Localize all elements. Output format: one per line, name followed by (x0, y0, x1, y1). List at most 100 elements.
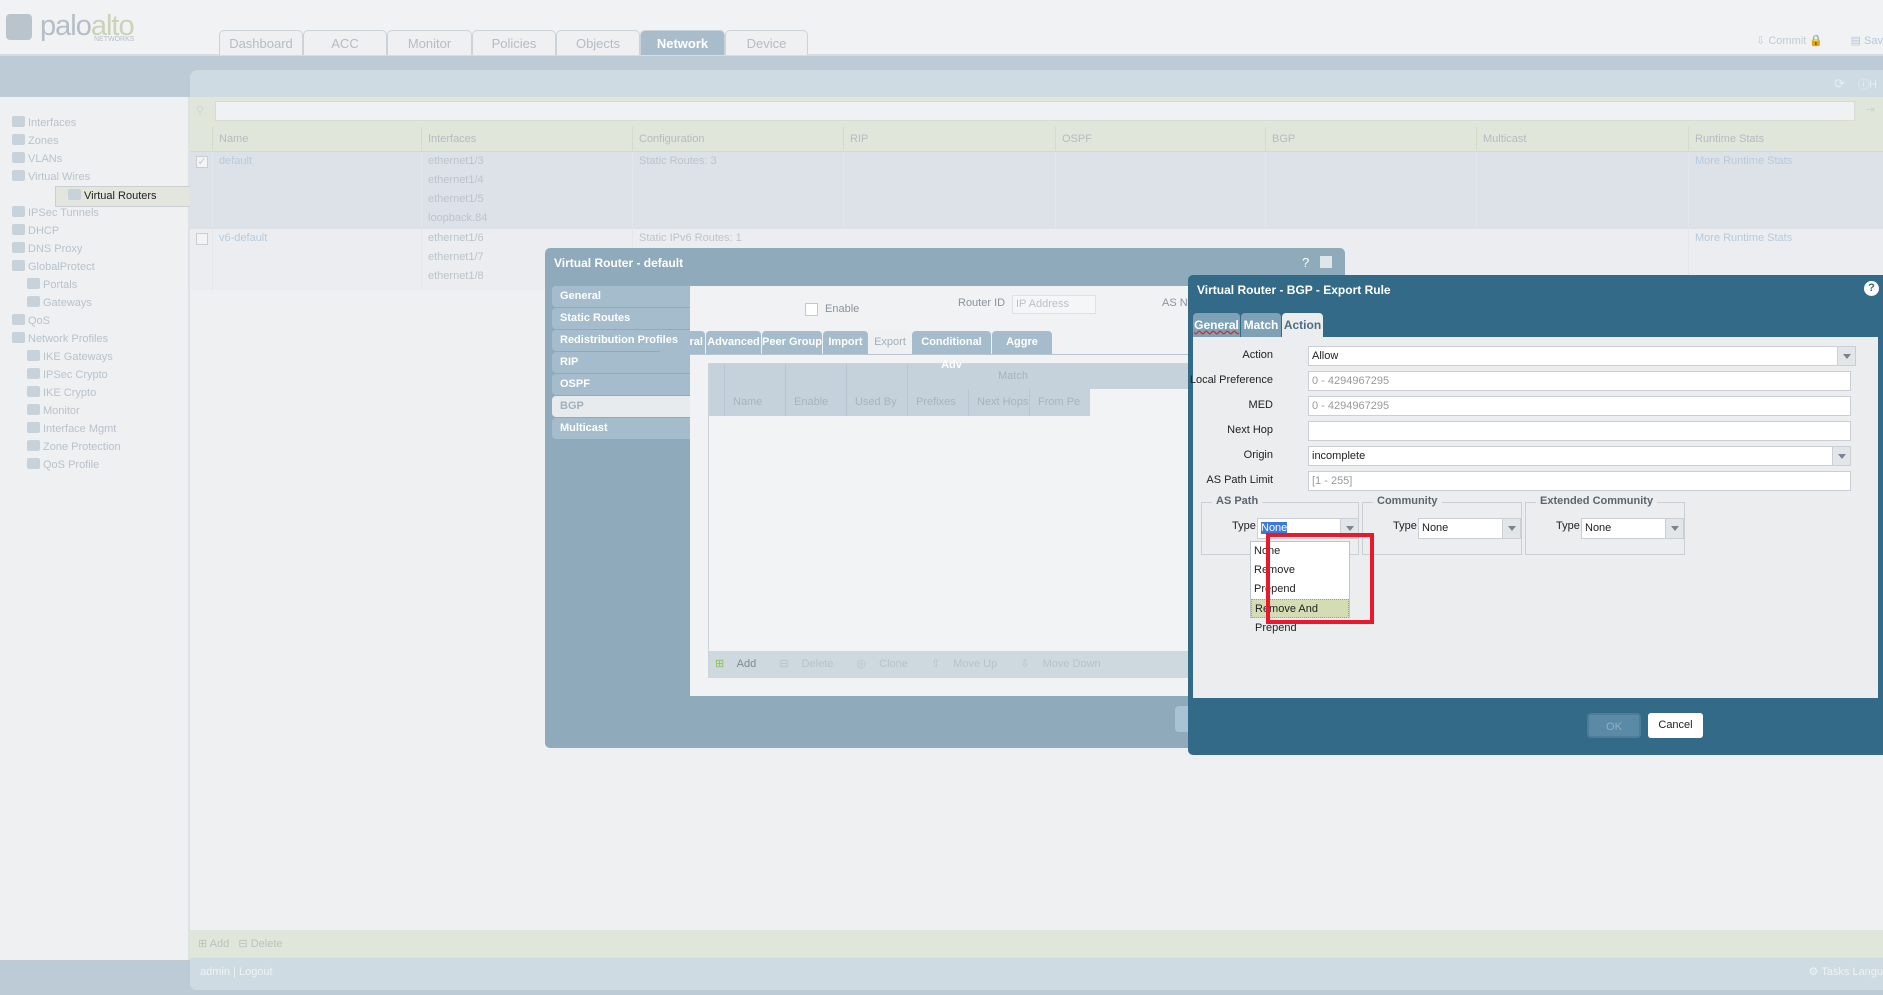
row-name[interactable]: v6-default (212, 229, 421, 290)
tab-advanced[interactable]: Advanced (706, 331, 761, 354)
sidebar-item-globalprotect[interactable]: GlobalProtect (0, 258, 95, 276)
tab-conditional-adv[interactable]: Conditional Adv (912, 331, 991, 371)
sidebar-item-portals[interactable]: Portals (0, 276, 77, 294)
nav-redistribution-profiles[interactable]: Redistribution Profiles (552, 330, 690, 351)
origin-select[interactable]: incomplete (1308, 446, 1851, 466)
next-hop-input[interactable] (1308, 421, 1851, 441)
chevron-down-icon[interactable] (1832, 447, 1850, 465)
help-button[interactable]: ⓘH (1858, 76, 1877, 92)
ok-button[interactable]: OK (1587, 713, 1641, 738)
router-id-input[interactable]: IP Address (1012, 295, 1096, 314)
tab-dashboard[interactable]: Dashboard (219, 30, 303, 55)
tab-aggre[interactable]: Aggre (992, 331, 1052, 354)
action-select[interactable]: Allow (1308, 346, 1856, 366)
col-name[interactable]: Name (212, 127, 421, 152)
tab-objects[interactable]: Objects (556, 30, 640, 55)
nav-multicast[interactable]: Multicast (552, 418, 690, 439)
col-multicast[interactable]: Multicast (1476, 127, 1688, 152)
tab-action[interactable]: Action (1282, 313, 1323, 337)
tab-monitor[interactable]: Monitor (387, 30, 472, 55)
filter-input[interactable] (215, 101, 1855, 121)
col-bgp[interactable]: BGP (1265, 127, 1476, 152)
chevron-down-icon[interactable] (1837, 347, 1855, 365)
language-link[interactable]: Langu (1852, 966, 1883, 978)
sidebar-item-ike-gateways[interactable]: IKE Gateways (0, 348, 113, 366)
refresh-icon[interactable]: ⟳ (1834, 76, 1845, 92)
nav-static-routes[interactable]: Static Routes (552, 308, 690, 329)
sidebar-item-virtual-wires[interactable]: Virtual Wires (0, 168, 90, 186)
nav-rip[interactable]: RIP (552, 352, 690, 373)
sidebar-item-interface-mgmt[interactable]: Interface Mgmt (0, 420, 116, 438)
sidebar-item-monitor[interactable]: Monitor (0, 402, 80, 420)
table-row[interactable]: ✓ default ethernet1/3 ethernet1/4 ethern… (190, 152, 1883, 229)
tab-general[interactable]: General (1193, 313, 1240, 337)
nav-bgp[interactable]: BGP (552, 396, 690, 417)
help-icon[interactable]: ? (1302, 255, 1309, 270)
cancel-button[interactable]: Cancel (1648, 713, 1703, 738)
tasks-link[interactable]: Tasks (1821, 966, 1849, 978)
sidebar-item-ipsec-tunnels[interactable]: IPSec Tunnels (0, 204, 99, 222)
sidebar-item-qos[interactable]: QoS (0, 312, 50, 330)
nav-ospf[interactable]: OSPF (552, 374, 690, 395)
zones-icon (12, 134, 25, 145)
col-used-by[interactable]: Used By (846, 389, 907, 416)
delete-button[interactable]: ⊟ Delete (779, 658, 843, 670)
tab-peer-group[interactable]: Peer Group (762, 331, 822, 354)
row-checkbox[interactable]: ✓ (196, 156, 208, 168)
add-button[interactable]: ⊞ Add (715, 658, 766, 670)
sidebar-item-interfaces[interactable]: Interfaces (0, 114, 76, 132)
row-rip (843, 152, 1055, 229)
tab-device[interactable]: Device (725, 30, 808, 55)
col-name[interactable]: Name (724, 389, 785, 416)
local-preference-input[interactable]: 0 - 4294967295 (1308, 371, 1851, 391)
tab-network[interactable]: Network (640, 30, 725, 55)
sidebar-item-gateways[interactable]: Gateways (0, 294, 92, 312)
col-runtime-stats[interactable]: Runtime Stats (1688, 127, 1883, 152)
extended-community-type-select[interactable]: None (1581, 518, 1684, 539)
sidebar-item-dns-proxy[interactable]: DNS Proxy (0, 240, 82, 258)
sidebar-item-zone-protection[interactable]: Zone Protection (0, 438, 121, 456)
sidebar-item-ipsec-crypto[interactable]: IPSec Crypto (0, 366, 108, 384)
move-down-button[interactable]: ⇩ Move Down (1020, 658, 1110, 670)
minimize-icon[interactable] (1320, 256, 1332, 268)
tab-match[interactable]: Match (1241, 313, 1281, 337)
save-button[interactable]: ▤ Sav (1851, 34, 1883, 47)
commit-button[interactable]: ⇩ Commit 🔒 (1756, 34, 1823, 47)
col-enable[interactable]: Enable (785, 389, 846, 416)
apply-filter-icon[interactable]: ⇥ (1866, 103, 1875, 116)
sidebar-item-zones[interactable]: Zones (0, 132, 59, 150)
move-up-button[interactable]: ⇧ Move Up (931, 658, 1007, 670)
sidebar-item-dhcp[interactable]: DHCP (0, 222, 59, 240)
sidebar-item-ike-crypto[interactable]: IKE Crypto (0, 384, 96, 402)
med-input[interactable]: 0 - 4294967295 (1308, 396, 1851, 416)
row-checkbox[interactable] (196, 233, 208, 245)
help-icon[interactable]: ? (1864, 281, 1879, 296)
add-button[interactable]: ⊞ Add (198, 938, 229, 950)
tab-export[interactable]: Export (869, 331, 911, 354)
as-path-limit-input[interactable]: [1 - 255] (1308, 471, 1851, 491)
tab-import[interactable]: Import (823, 331, 868, 354)
row-multicast (1476, 152, 1688, 229)
community-type-select[interactable]: None (1418, 518, 1521, 539)
clone-button[interactable]: ◎ Clone (856, 658, 917, 670)
tab-policies[interactable]: Policies (472, 30, 556, 55)
nav-general[interactable]: General (552, 286, 690, 307)
delete-button[interactable]: ⊟ Delete (238, 938, 282, 950)
col-from-pe[interactable]: From Pe (1029, 389, 1090, 416)
col-configuration[interactable]: Configuration (632, 127, 843, 152)
col-next-hops[interactable]: Next Hops (968, 389, 1029, 416)
sidebar-item-qos-profile[interactable]: QoS Profile (0, 456, 99, 474)
tab-acc[interactable]: ACC (303, 30, 387, 55)
enable-checkbox[interactable] (805, 303, 818, 316)
col-prefixes[interactable]: Prefixes (907, 389, 968, 416)
chevron-down-icon[interactable] (1502, 519, 1520, 538)
chevron-down-icon[interactable] (1665, 519, 1683, 538)
row-name[interactable]: default (212, 152, 421, 229)
sidebar-item-vlans[interactable]: VLANs (0, 150, 62, 168)
col-interfaces[interactable]: Interfaces (421, 127, 632, 152)
runtime-stats-link[interactable]: More Runtime Stats (1688, 152, 1883, 229)
col-rip[interactable]: RIP (843, 127, 1055, 152)
col-ospf[interactable]: OSPF (1055, 127, 1265, 152)
sidebar-item-network-profiles[interactable]: Network Profiles (0, 330, 108, 348)
logout-link[interactable]: Logout (239, 966, 273, 978)
